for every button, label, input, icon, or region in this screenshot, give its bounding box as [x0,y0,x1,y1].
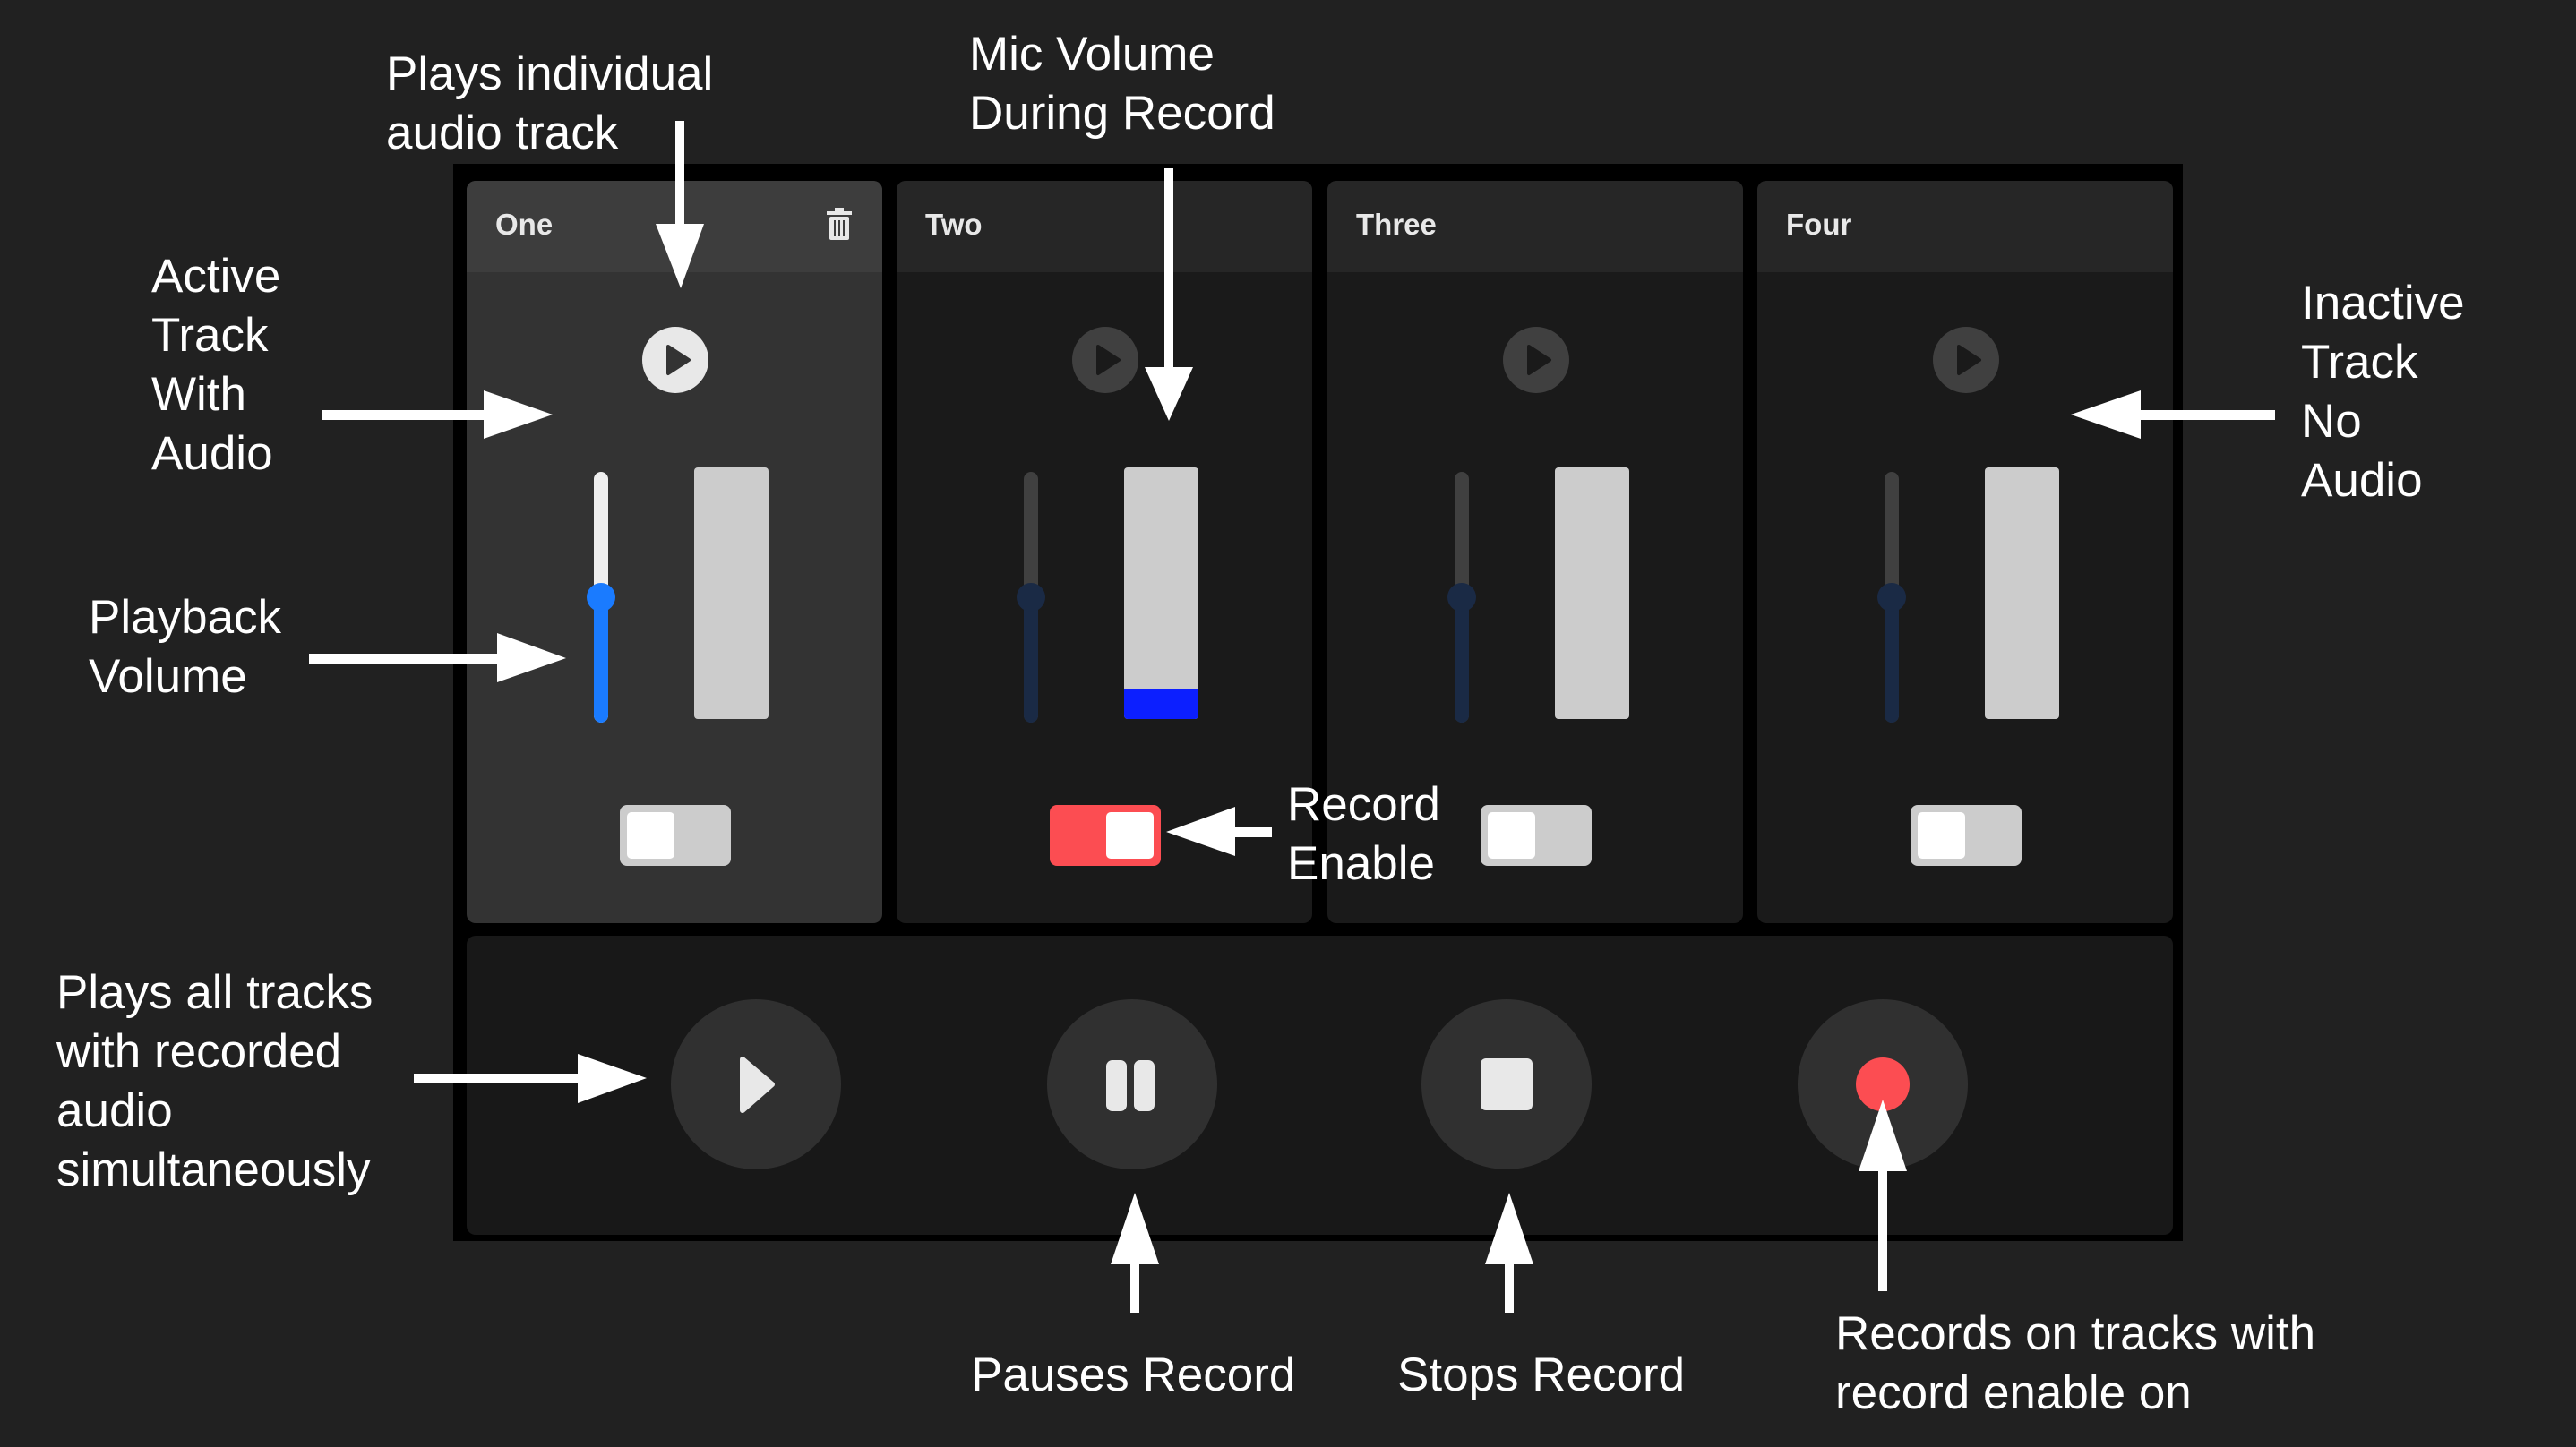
mic-level-meter [694,467,769,719]
playback-volume-thumb[interactable] [587,583,615,612]
record-enable-toggle[interactable] [1050,805,1161,866]
annotation-plays-all: Plays all tracks with recorded audio sim… [56,966,374,1196]
record-icon [1856,1057,1910,1111]
play-icon [1096,345,1121,375]
mic-level-meter [1555,467,1629,719]
track-name: One [495,208,554,241]
annotation-mic-volume: Mic Volume During Record [969,28,1275,140]
annotation-records-on: Records on tracks with record enable on [1835,1307,2316,1419]
track-column-2: Two [897,181,1312,923]
toggle-knob [1918,812,1965,859]
playback-volume-thumb[interactable] [1447,583,1476,612]
playback-volume-thumb[interactable] [1877,583,1906,612]
annotation-stops-record: Stops Record [1397,1349,1686,1401]
playback-volume-slider[interactable] [1017,472,1045,723]
annotation-record-enable: Record Enable [1287,778,1440,890]
play-all-button[interactable] [671,999,841,1169]
track-header: Three [1327,181,1743,272]
playback-volume-thumb[interactable] [1017,583,1045,612]
track-header: Two [897,181,1312,272]
playback-volume-fill [594,597,608,723]
playback-volume-slider[interactable] [1877,472,1906,723]
toggle-knob [627,812,674,859]
track-name: Four [1786,208,1852,241]
mic-level-meter [1985,467,2059,719]
playback-volume-fill [1885,597,1899,723]
record-button[interactable] [1798,999,1968,1169]
track-name: Three [1356,208,1437,241]
playback-volume-fill [1455,597,1469,723]
track-name: Two [925,208,983,241]
stop-button[interactable] [1421,999,1592,1169]
track-play-button[interactable] [1933,327,1999,393]
mic-level-meter [1124,467,1198,719]
annotation-pauses-record: Pauses Record [971,1349,1296,1401]
playback-volume-slider[interactable] [1447,472,1476,723]
play-icon [1527,345,1551,375]
track-play-button[interactable] [642,327,708,393]
track-header: One [467,181,882,272]
toggle-knob [1106,812,1154,859]
record-enable-toggle[interactable] [1911,805,2022,866]
track-column-1: One [467,181,882,923]
play-icon [740,1057,775,1113]
track-column-4: Four [1757,181,2173,923]
annotation-plays-individual: Plays individual audio track [386,47,714,159]
annotation-inactive-track: Inactive Track No Audio [2301,277,2465,507]
annotation-active-track: Active Track With Audio [151,250,281,480]
pause-button[interactable] [1047,999,1217,1169]
play-icon [1957,345,1981,375]
stop-icon [1481,1058,1533,1110]
mic-level-fill [1124,689,1198,719]
playback-volume-fill [1024,597,1038,723]
track-play-button[interactable] [1503,327,1569,393]
record-enable-toggle[interactable] [1481,805,1592,866]
track-play-button[interactable] [1072,327,1138,393]
toggle-knob [1488,812,1535,859]
trash-icon[interactable] [825,208,854,240]
record-enable-toggle[interactable] [620,805,731,866]
track-header: Four [1757,181,2173,272]
annotation-playback-volume: Playback Volume [89,591,282,703]
playback-volume-slider[interactable] [587,472,615,723]
transport-bar [467,936,2173,1235]
play-icon [666,345,691,375]
pause-icon [1106,1060,1155,1111]
